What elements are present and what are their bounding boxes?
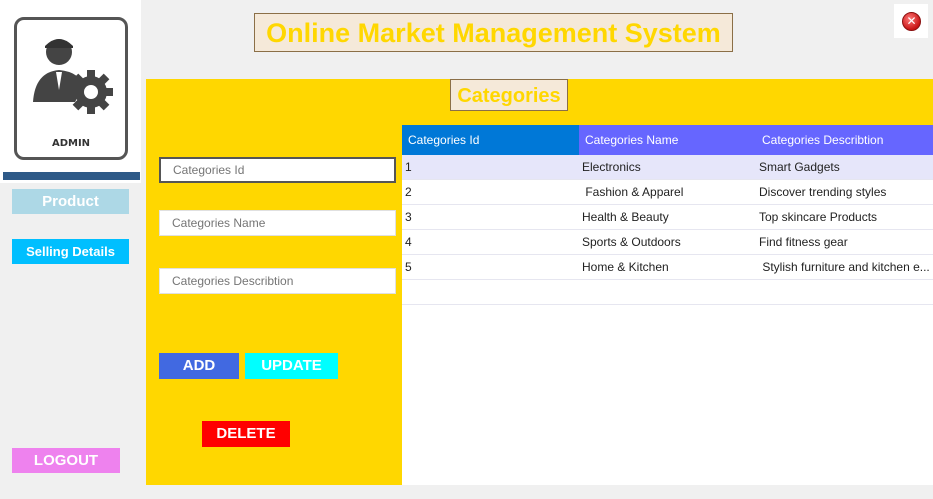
column-header-name[interactable]: Categories Name bbox=[579, 125, 756, 155]
cell-description: Discover trending styles bbox=[759, 185, 887, 199]
close-button[interactable]: ✕ bbox=[894, 4, 928, 38]
column-header-description[interactable]: Categories Describtion bbox=[756, 125, 933, 155]
logout-button[interactable]: LOGOUT bbox=[12, 448, 120, 473]
close-icon[interactable]: ✕ bbox=[902, 12, 921, 31]
table-row[interactable]: 3 Health & Beauty Top skincare Products bbox=[402, 205, 933, 230]
cell-name: Electronics bbox=[582, 160, 641, 174]
table-header: Categories Id Categories Name Categories… bbox=[402, 125, 933, 155]
cell-id: 4 bbox=[405, 235, 412, 249]
table-row[interactable]: 2 Fashion & Apparel Discover trending st… bbox=[402, 180, 933, 205]
categories-table: Categories Id Categories Name Categories… bbox=[402, 125, 933, 485]
selling-details-button[interactable]: Selling Details bbox=[12, 239, 129, 264]
cell-name: Home & Kitchen bbox=[582, 260, 669, 274]
cell-name: Health & Beauty bbox=[582, 210, 669, 224]
cell-id: 1 bbox=[405, 160, 412, 174]
column-header-id[interactable]: Categories Id bbox=[402, 125, 579, 155]
update-button[interactable]: UPDATE bbox=[245, 353, 338, 379]
cell-description: Smart Gadgets bbox=[759, 160, 840, 174]
table-row[interactable]: 4 Sports & Outdoors Find fitness gear bbox=[402, 230, 933, 255]
admin-gear-icon bbox=[33, 39, 113, 114]
delete-button[interactable]: DELETE bbox=[202, 421, 290, 447]
table-row[interactable]: 5 Home & Kitchen Stylish furniture and k… bbox=[402, 255, 933, 280]
cell-description: Top skincare Products bbox=[759, 210, 878, 224]
category-id-input[interactable] bbox=[159, 157, 396, 183]
cell-name: Fashion & Apparel bbox=[582, 185, 684, 199]
admin-footer-strip bbox=[3, 172, 140, 180]
add-button[interactable]: ADD bbox=[159, 353, 239, 379]
cell-id: 3 bbox=[405, 210, 412, 224]
cell-id: 5 bbox=[405, 260, 412, 274]
cell-description: Stylish furniture and kitchen e... bbox=[759, 260, 930, 274]
app-title: Online Market Management System bbox=[254, 13, 733, 52]
admin-label: ADMIN bbox=[51, 138, 91, 149]
category-description-input[interactable] bbox=[159, 268, 396, 294]
table-row[interactable]: 1 Electronics Smart Gadgets bbox=[402, 155, 933, 180]
cell-id: 2 bbox=[405, 185, 412, 199]
product-button[interactable]: Product bbox=[12, 189, 129, 214]
section-title: Categories bbox=[450, 79, 568, 111]
table-divider bbox=[402, 304, 933, 305]
cell-name: Sports & Outdoors bbox=[582, 235, 681, 249]
category-name-input[interactable] bbox=[159, 210, 396, 236]
admin-frame: ADMIN bbox=[14, 17, 128, 160]
admin-card: ADMIN bbox=[0, 0, 141, 183]
cell-description: Find fitness gear bbox=[759, 235, 848, 249]
